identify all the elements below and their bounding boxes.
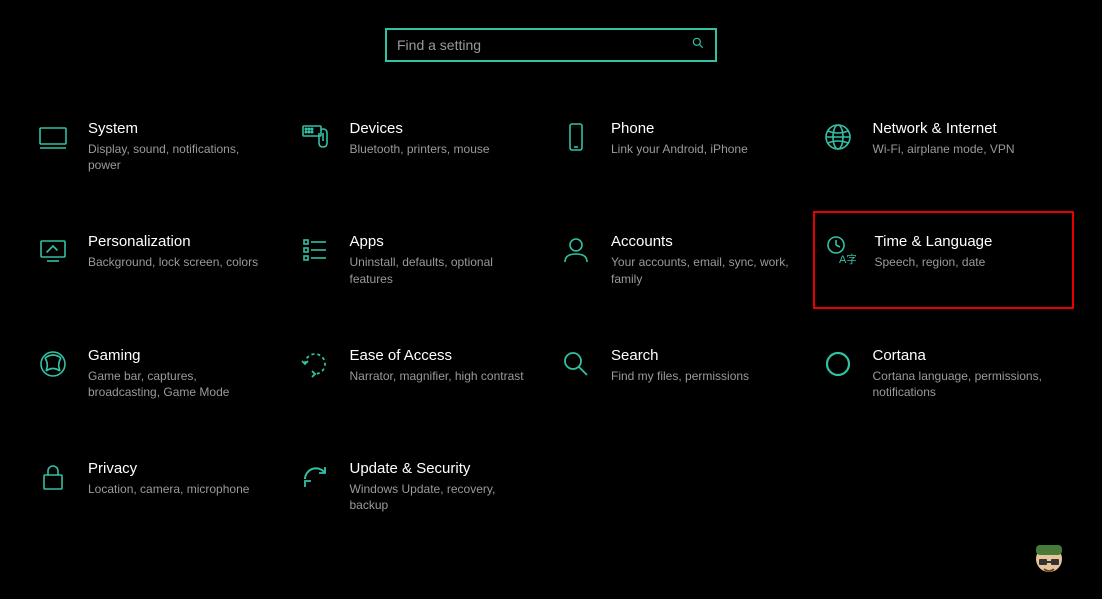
tile-system[interactable]: System Display, sound, notifications, po… (28, 112, 290, 181)
tile-desc: Wi-Fi, airplane mode, VPN (873, 141, 1015, 157)
tile-time-language[interactable]: A字 Time & Language Speech, region, date (813, 211, 1075, 308)
tile-title: Gaming (88, 347, 268, 364)
tile-desc: Windows Update, recovery, backup (350, 481, 530, 513)
tile-desc: Cortana language, permissions, notificat… (873, 368, 1053, 400)
tile-title: Phone (611, 120, 748, 137)
search-icon (691, 36, 705, 55)
tile-desc: Link your Android, iPhone (611, 141, 748, 157)
globe-icon (821, 120, 855, 154)
devices-icon (298, 120, 332, 154)
tile-devices[interactable]: Devices Bluetooth, printers, mouse (290, 112, 552, 181)
tile-title: Cortana (873, 347, 1053, 364)
phone-icon (559, 120, 593, 154)
tile-desc: Speech, region, date (875, 254, 993, 270)
gaming-icon (36, 347, 70, 381)
lock-icon (36, 460, 70, 494)
tile-title: Privacy (88, 460, 249, 477)
time-language-icon: A字 (823, 233, 857, 267)
tile-gaming[interactable]: Gaming Game bar, captures, broadcasting,… (28, 339, 290, 408)
tile-personalization[interactable]: Personalization Background, lock screen,… (28, 225, 290, 294)
tile-phone[interactable]: Phone Link your Android, iPhone (551, 112, 813, 181)
tile-apps[interactable]: Apps Uninstall, defaults, optional featu… (290, 225, 552, 294)
search-input[interactable] (397, 37, 691, 53)
tile-update-security[interactable]: Update & Security Windows Update, recove… (290, 452, 552, 521)
tile-desc: Game bar, captures, broadcasting, Game M… (88, 368, 268, 400)
tile-title: System (88, 120, 268, 137)
update-icon (298, 460, 332, 494)
tile-desc: Bluetooth, printers, mouse (350, 141, 490, 157)
mascot-image (1024, 537, 1074, 587)
search-box[interactable] (385, 28, 717, 62)
svg-text:A字: A字 (839, 252, 856, 266)
tile-desc: Narrator, magnifier, high contrast (350, 368, 524, 384)
tile-title: Personalization (88, 233, 258, 250)
tile-title: Search (611, 347, 749, 364)
ease-of-access-icon (298, 347, 332, 381)
apps-icon (298, 233, 332, 267)
tile-desc: Location, camera, microphone (88, 481, 249, 497)
tile-desc: Display, sound, notifications, power (88, 141, 268, 173)
tile-accounts[interactable]: Accounts Your accounts, email, sync, wor… (551, 225, 813, 294)
tile-network[interactable]: Network & Internet Wi-Fi, airplane mode,… (813, 112, 1075, 181)
tile-title: Ease of Access (350, 347, 524, 364)
tile-title: Accounts (611, 233, 791, 250)
tile-ease-of-access[interactable]: Ease of Access Narrator, magnifier, high… (290, 339, 552, 408)
tile-title: Devices (350, 120, 490, 137)
tile-title: Network & Internet (873, 120, 1015, 137)
accounts-icon (559, 233, 593, 267)
tile-desc: Background, lock screen, colors (88, 254, 258, 270)
tile-search[interactable]: Search Find my files, permissions (551, 339, 813, 408)
tile-desc: Your accounts, email, sync, work, family (611, 254, 791, 286)
magnifier-icon (559, 347, 593, 381)
tile-desc: Find my files, permissions (611, 368, 749, 384)
tile-title: Time & Language (875, 233, 993, 250)
tile-title: Apps (350, 233, 530, 250)
personalization-icon (36, 233, 70, 267)
tile-cortana[interactable]: Cortana Cortana language, permissions, n… (813, 339, 1075, 408)
tile-privacy[interactable]: Privacy Location, camera, microphone (28, 452, 290, 521)
settings-grid: System Display, sound, notifications, po… (0, 62, 1102, 522)
tile-title: Update & Security (350, 460, 530, 477)
tile-desc: Uninstall, defaults, optional features (350, 254, 530, 286)
system-icon (36, 120, 70, 154)
cortana-icon (821, 347, 855, 381)
